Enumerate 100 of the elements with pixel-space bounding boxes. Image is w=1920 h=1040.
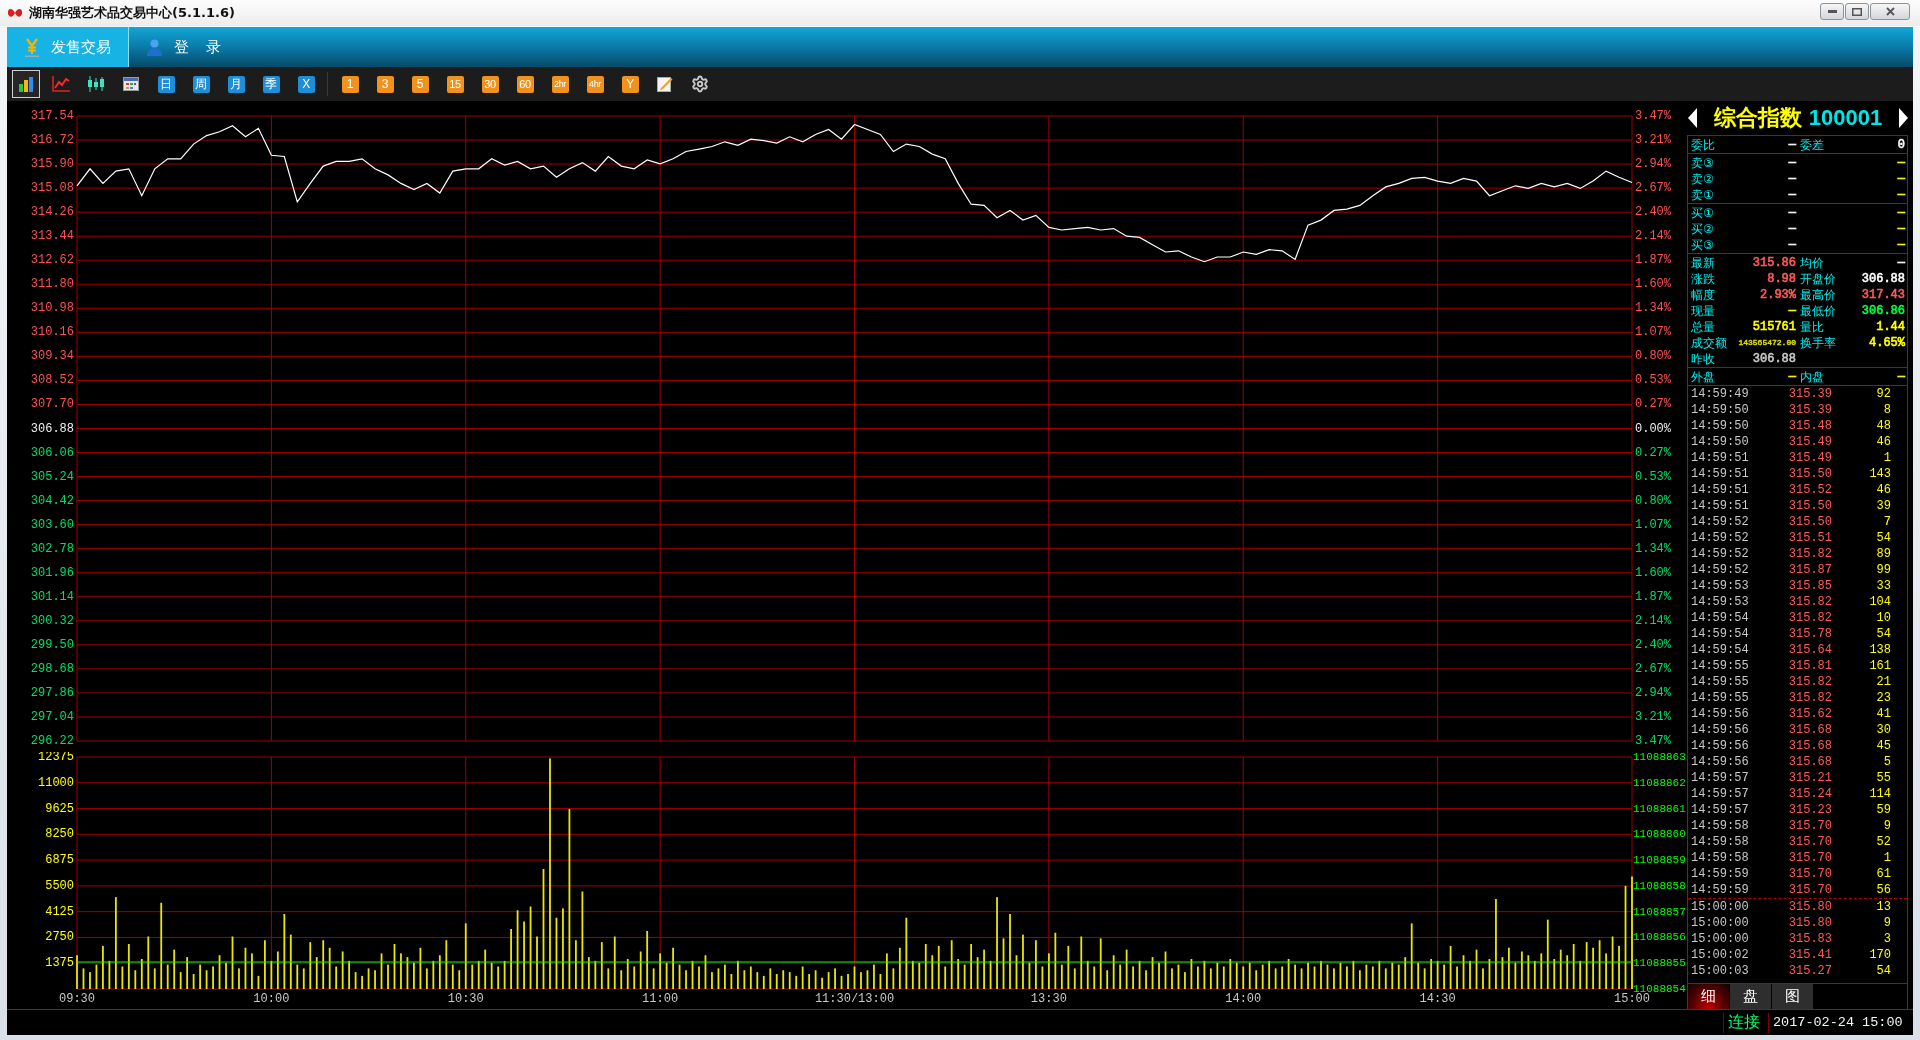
- nav-tab[interactable]: 发售交易: [7, 27, 129, 67]
- trade-price: 315.82: [1788, 610, 1832, 626]
- quote-value: —: [1788, 171, 1796, 187]
- price-axis-label: 308.52: [30, 373, 74, 388]
- time-axis-label: 15:00: [1614, 992, 1650, 1006]
- interval-button[interactable]: 60: [516, 75, 534, 93]
- quote-label: 最新: [1691, 255, 1715, 271]
- interval-button[interactable]: 2hr: [551, 75, 569, 93]
- percent-axis-label: 0.80%: [1635, 349, 1671, 364]
- quote-label: 总量: [1691, 319, 1715, 335]
- trade-time: 14:59:53: [1691, 578, 1749, 594]
- trade-volume: 54: [1876, 963, 1891, 979]
- close-icon: [1885, 7, 1895, 16]
- trade-volume: 45: [1876, 738, 1891, 754]
- quote-value: 1.44: [1876, 319, 1905, 335]
- trade-volume: 99: [1876, 562, 1891, 578]
- price-axis-label: 305.24: [30, 469, 74, 484]
- trade-time: 14:59:55: [1691, 690, 1749, 706]
- right-arrow-icon[interactable]: [1899, 108, 1908, 128]
- quote-value: —: [1897, 171, 1905, 187]
- interval-button[interactable]: Y: [621, 75, 639, 93]
- trade-volume: 46: [1876, 482, 1891, 498]
- trade-volume: 1: [1883, 450, 1891, 466]
- trade-time: 15:00:00: [1691, 931, 1749, 947]
- price-axis-label: 297.86: [30, 685, 74, 700]
- quote-value: —: [1788, 221, 1796, 237]
- minimize-icon: [1827, 10, 1837, 13]
- chart-type-button[interactable]: [12, 70, 40, 98]
- trade-volume: 23: [1876, 690, 1891, 706]
- quote-value: —: [1897, 221, 1905, 237]
- panel-tab[interactable]: 盘: [1730, 984, 1771, 1009]
- price-axis-label: 300.32: [30, 613, 74, 628]
- maximize-button[interactable]: [1845, 3, 1869, 20]
- trade-time: 14:59:49: [1691, 386, 1749, 402]
- period-button[interactable]: 季: [262, 75, 280, 93]
- trade-time: 14:59:51: [1691, 450, 1749, 466]
- percent-axis-label: 0.53%: [1635, 373, 1671, 388]
- trade-volume: 54: [1876, 530, 1891, 546]
- calendar-icon: [123, 77, 139, 91]
- period-button[interactable]: 日: [157, 75, 175, 93]
- quote-label: 买②: [1691, 221, 1714, 237]
- trade-volume: 61: [1876, 866, 1891, 882]
- trade-price: 315.81: [1788, 658, 1832, 674]
- nav-tab[interactable]: 登 录: [129, 27, 245, 67]
- time-axis-label: 09:30: [59, 992, 95, 1006]
- quote-label: 卖③: [1691, 155, 1714, 171]
- quote-label: 现量: [1691, 303, 1715, 319]
- trade-price: 315.27: [1788, 963, 1832, 979]
- percent-axis-label: 3.47%: [1635, 109, 1671, 123]
- volume-right-axis-label: 11088857: [1633, 905, 1686, 918]
- interval-button[interactable]: 3: [376, 75, 394, 93]
- quote-value: 2.93%: [1760, 287, 1796, 303]
- trade-time: 14:59:56: [1691, 706, 1749, 722]
- period-button[interactable]: 月: [227, 75, 245, 93]
- trade-volume: 8: [1883, 402, 1891, 418]
- quote-value: —: [1897, 237, 1905, 253]
- percent-axis-label: 0.00%: [1635, 421, 1671, 436]
- interval-button[interactable]: 5: [411, 75, 429, 93]
- price-axis-label: 311.80: [30, 277, 74, 292]
- percent-axis-label: 2.67%: [1635, 661, 1671, 676]
- trade-volume: 33: [1876, 578, 1891, 594]
- period-button[interactable]: X: [297, 75, 315, 93]
- trade-price: 315.51: [1788, 530, 1832, 546]
- trade-time: 14:59:51: [1691, 498, 1749, 514]
- trade-time: 14:59:54: [1691, 626, 1749, 642]
- percent-axis-label: 1.60%: [1635, 565, 1671, 580]
- percent-axis-label: 0.27%: [1635, 397, 1671, 412]
- volume-axis-label: 9625: [45, 801, 74, 816]
- period-button[interactable]: 周: [192, 75, 210, 93]
- trade-volume: 104: [1869, 594, 1891, 610]
- price-axis-label: 310.16: [30, 325, 74, 340]
- trade-time: 14:59:57: [1691, 802, 1749, 818]
- trade-time: 14:59:52: [1691, 514, 1749, 530]
- trade-price: 315.62: [1788, 706, 1832, 722]
- panel-tab[interactable]: 细: [1688, 984, 1729, 1009]
- interval-button[interactable]: 4hr: [586, 75, 604, 93]
- interval-button[interactable]: 15: [446, 75, 464, 93]
- trade-time: 14:59:55: [1691, 674, 1749, 690]
- quote-label: 卖①: [1691, 187, 1714, 203]
- minimize-button[interactable]: [1820, 3, 1844, 20]
- trade-volume: 56: [1876, 882, 1891, 898]
- left-arrow-icon[interactable]: [1688, 108, 1697, 128]
- close-button[interactable]: [1870, 3, 1910, 20]
- trade-volume: 7: [1883, 514, 1891, 530]
- trade-price: 315.24: [1788, 786, 1832, 802]
- interval-button[interactable]: 30: [481, 75, 499, 93]
- price-axis-label: 303.60: [30, 517, 74, 532]
- trade-price: 315.80: [1788, 899, 1832, 915]
- bar-chart-icon: [18, 76, 34, 92]
- interval-button[interactable]: 1: [341, 75, 359, 93]
- panel-tab[interactable]: 图: [1772, 984, 1813, 1009]
- trade-price: 315.50: [1788, 514, 1832, 530]
- quote-label: 幅度: [1691, 287, 1715, 303]
- note-icon: [657, 76, 673, 92]
- trade-volume: 9: [1883, 915, 1891, 931]
- trade-volume: 138: [1869, 642, 1891, 658]
- trade-time: 14:59:59: [1691, 866, 1749, 882]
- quote-value: 4.65%: [1869, 335, 1905, 351]
- candlestick-icon: [87, 76, 105, 92]
- settings-icon: [691, 75, 709, 93]
